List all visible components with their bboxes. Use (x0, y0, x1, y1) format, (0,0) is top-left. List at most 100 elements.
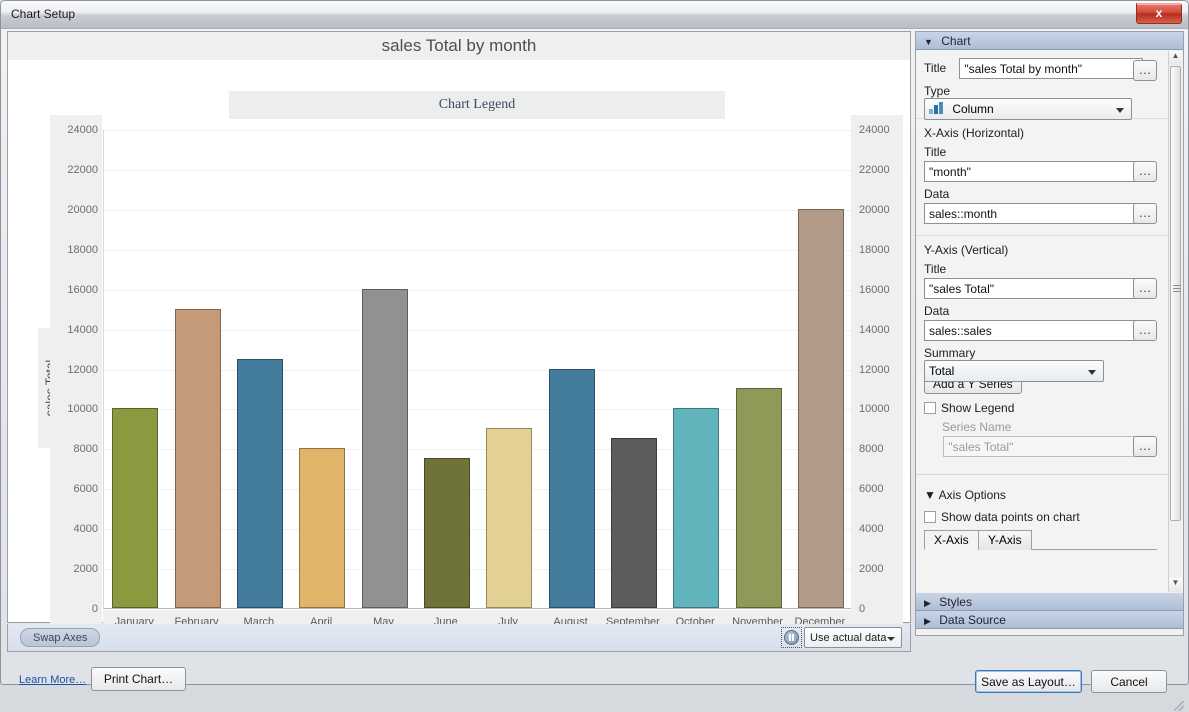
y-axis-tick: 0 (859, 603, 866, 615)
section-header-data-source-label: Data Source (939, 613, 1006, 627)
bar (236, 358, 283, 608)
y-axis-title-label: Title (924, 262, 947, 276)
y-axis-tick: 4000 (73, 523, 98, 536)
plot-wrapper: Chart Legend sales Total 240002200020000… (8, 60, 910, 652)
swap-axes-button[interactable]: Swap Axes (20, 628, 101, 647)
x-axis-data-input[interactable]: sales::month (924, 203, 1140, 224)
y-axis-tick: 18000 (67, 243, 98, 256)
chart-toolbar: Swap Axes Use actual data (7, 624, 911, 652)
y-axis-title-row: "sales Total" … (924, 278, 1157, 304)
chart-title-more-button[interactable]: … (1133, 60, 1157, 81)
window-title: Chart Setup (11, 7, 76, 21)
section-header-styles-label: Styles (939, 595, 972, 609)
summary-row: Summary Total (924, 346, 1157, 382)
series-name-more-button[interactable]: … (1133, 436, 1157, 457)
bar (174, 308, 221, 608)
scroll-down-icon[interactable]: ▼ (1169, 578, 1182, 592)
y-axis-tick: 16000 (859, 283, 890, 296)
chevron-down-icon (1116, 108, 1124, 113)
bar (548, 368, 595, 608)
chart-preview-pane: sales Total by month Chart Legend sales … (7, 31, 911, 652)
y-axis-data-more-button[interactable]: … (1133, 320, 1157, 341)
section-header-styles[interactable]: ▶ Styles (916, 593, 1183, 611)
x-axis-title-row: "month" … (924, 161, 1157, 187)
bar (610, 438, 657, 608)
chart-type-value: Column (952, 102, 994, 116)
x-axis-title-input[interactable]: "month" (924, 161, 1140, 182)
y-axis-data-input[interactable]: sales::sales (924, 320, 1140, 341)
y-axis-title-input[interactable]: "sales Total" (924, 278, 1140, 299)
close-icon[interactable]: x (1136, 3, 1182, 24)
chart-type-label: Type (924, 84, 951, 98)
y-axis-title-more-button[interactable]: … (1133, 278, 1157, 299)
y-axis-group: Y-Axis (Vertical) Title "sales Total" … … (916, 236, 1183, 468)
scroll-up-icon[interactable]: ▲ (1169, 51, 1182, 65)
chart-title-row: Title "sales Total by month" … (924, 58, 1157, 84)
section-header-chart[interactable]: ▼ Chart (916, 32, 1183, 50)
chevron-right-icon: ▶ (924, 598, 931, 608)
data-mode-select[interactable]: Use actual data (804, 627, 902, 648)
show-data-points-checkbox[interactable] (924, 511, 936, 523)
y-axis-tick: 12000 (67, 363, 98, 376)
save-as-layout-button[interactable]: Save as Layout… (975, 670, 1082, 693)
show-data-points-row: Show data points on chart (924, 510, 1157, 524)
chevron-down-icon (1088, 370, 1096, 375)
x-axis-title-label: Title (924, 145, 947, 159)
y-axis-left-ticks: 24000 22000 20000 18000 16000 14000 12000 10000… (50, 115, 102, 625)
show-legend-row: Show Legend (924, 401, 1157, 415)
y-axis-data-label: Data (924, 304, 950, 318)
pause-icon[interactable] (781, 627, 802, 648)
bar (299, 448, 346, 608)
y-axis-tick: 22000 (859, 163, 890, 176)
bar (486, 428, 533, 608)
axis-options-header[interactable]: ▼ Axis Options (924, 488, 1157, 502)
x-axis-data-row: sales::month … (924, 203, 1157, 227)
y-axis-right-ticks: 24000 22000 20000 18000 16000 14000 12000 10000… (851, 115, 903, 625)
chart-title-input[interactable]: "sales Total by month" (959, 58, 1144, 79)
y-axis-tick: 6000 (73, 483, 98, 496)
inspector-scrollbar[interactable]: ▲ ▼ (1168, 51, 1182, 592)
chart-type-row: Type Column (924, 84, 1157, 120)
window-content: sales Total by month Chart Legend sales … (1, 29, 1188, 711)
summary-value: Total (929, 364, 955, 378)
chart-legend: Chart Legend (229, 91, 725, 119)
bar (423, 458, 470, 608)
y-axis-tick: 8000 (859, 443, 884, 456)
x-axis-title-more-button[interactable]: … (1133, 161, 1157, 182)
bar (673, 408, 720, 608)
show-data-points-label: Show data points on chart (941, 510, 1080, 524)
axis-tabs: X-Axis Y-Axis (924, 530, 1157, 550)
chevron-right-icon: ▶ (924, 616, 931, 626)
x-axis-group-label: X-Axis (Horizontal) (924, 126, 1025, 140)
chart-setup-window: Chart Setup x sales Total by month Chart… (0, 0, 1189, 711)
scrollbar-thumb[interactable] (1170, 66, 1181, 521)
chart-type-select[interactable]: Column (924, 98, 1132, 120)
chevron-down-icon: ▼ (924, 37, 933, 47)
y-axis-tick: 4000 (859, 523, 884, 536)
cancel-button[interactable]: Cancel (1091, 670, 1167, 693)
x-axis-data-more-button[interactable]: … (1133, 203, 1157, 224)
axis-options-group: ▼ Axis Options Show data points on chart… (916, 481, 1183, 558)
tab-y-axis[interactable]: Y-Axis (978, 530, 1032, 550)
section-header-data-source[interactable]: ▶ Data Source (916, 611, 1183, 629)
y-axis-tick: 10000 (67, 403, 98, 416)
show-legend-checkbox[interactable] (924, 402, 936, 414)
y-axis-tick: 24000 (67, 124, 98, 136)
collapsed-sections: ▶ Styles ▶ Data Source (916, 593, 1183, 629)
series-name-input[interactable]: "sales Total" (943, 436, 1144, 457)
plot-area (103, 130, 852, 609)
bar (112, 408, 159, 608)
window-titlebar: Chart Setup x (1, 1, 1188, 29)
resize-grip[interactable] (1174, 701, 1184, 711)
print-chart-button[interactable]: Print Chart… (91, 667, 186, 691)
y-axis-tick: 22000 (67, 163, 98, 176)
y-axis-tick: 0 (91, 603, 98, 615)
chart-title-label: Title (924, 60, 947, 75)
chart-title: sales Total by month (8, 32, 910, 60)
learn-more-link[interactable]: Learn More… (19, 674, 86, 686)
summary-select[interactable]: Total (924, 360, 1104, 382)
tab-x-axis[interactable]: X-Axis (924, 530, 979, 550)
bar (735, 388, 782, 608)
y-axis-tick: 10000 (859, 403, 890, 416)
series-name-row: "sales Total" … (924, 436, 1157, 460)
